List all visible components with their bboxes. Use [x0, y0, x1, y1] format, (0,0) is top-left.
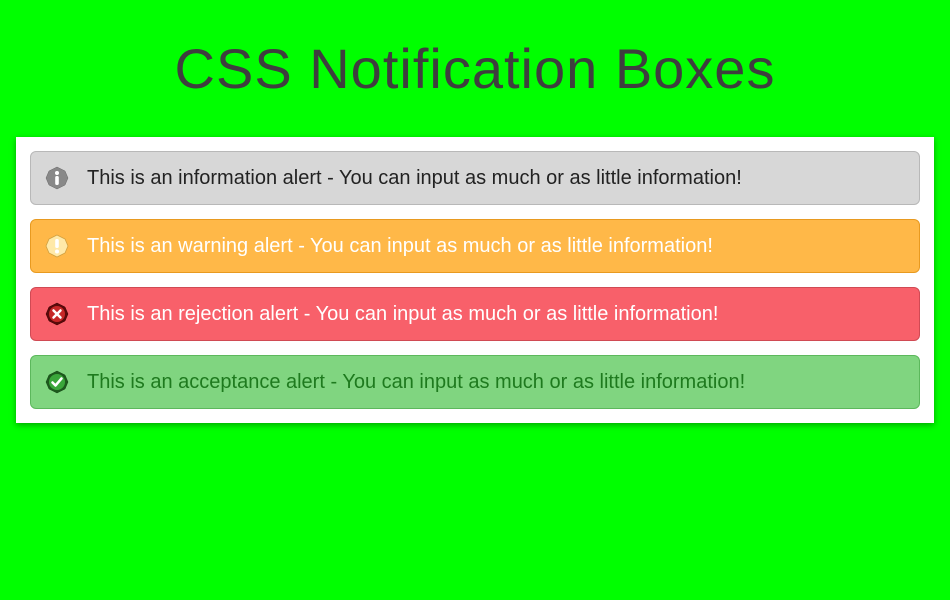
success-alert-text: This is an acceptance alert - You can in…: [87, 370, 745, 394]
page-title: CSS Notification Boxes: [0, 0, 950, 101]
info-alert-text: This is an information alert - You can i…: [87, 166, 742, 190]
warning-alert: This is an warning alert - You can input…: [30, 219, 920, 273]
notification-panel: This is an information alert - You can i…: [16, 137, 934, 423]
success-alert: This is an acceptance alert - You can in…: [30, 355, 920, 409]
warning-alert-text: This is an warning alert - You can input…: [87, 234, 713, 258]
error-icon: [45, 302, 69, 326]
warning-icon: [45, 234, 69, 258]
info-icon: [45, 166, 69, 190]
error-alert-text: This is an rejection alert - You can inp…: [87, 302, 718, 326]
success-icon: [45, 370, 69, 394]
info-alert: This is an information alert - You can i…: [30, 151, 920, 205]
error-alert: This is an rejection alert - You can inp…: [30, 287, 920, 341]
